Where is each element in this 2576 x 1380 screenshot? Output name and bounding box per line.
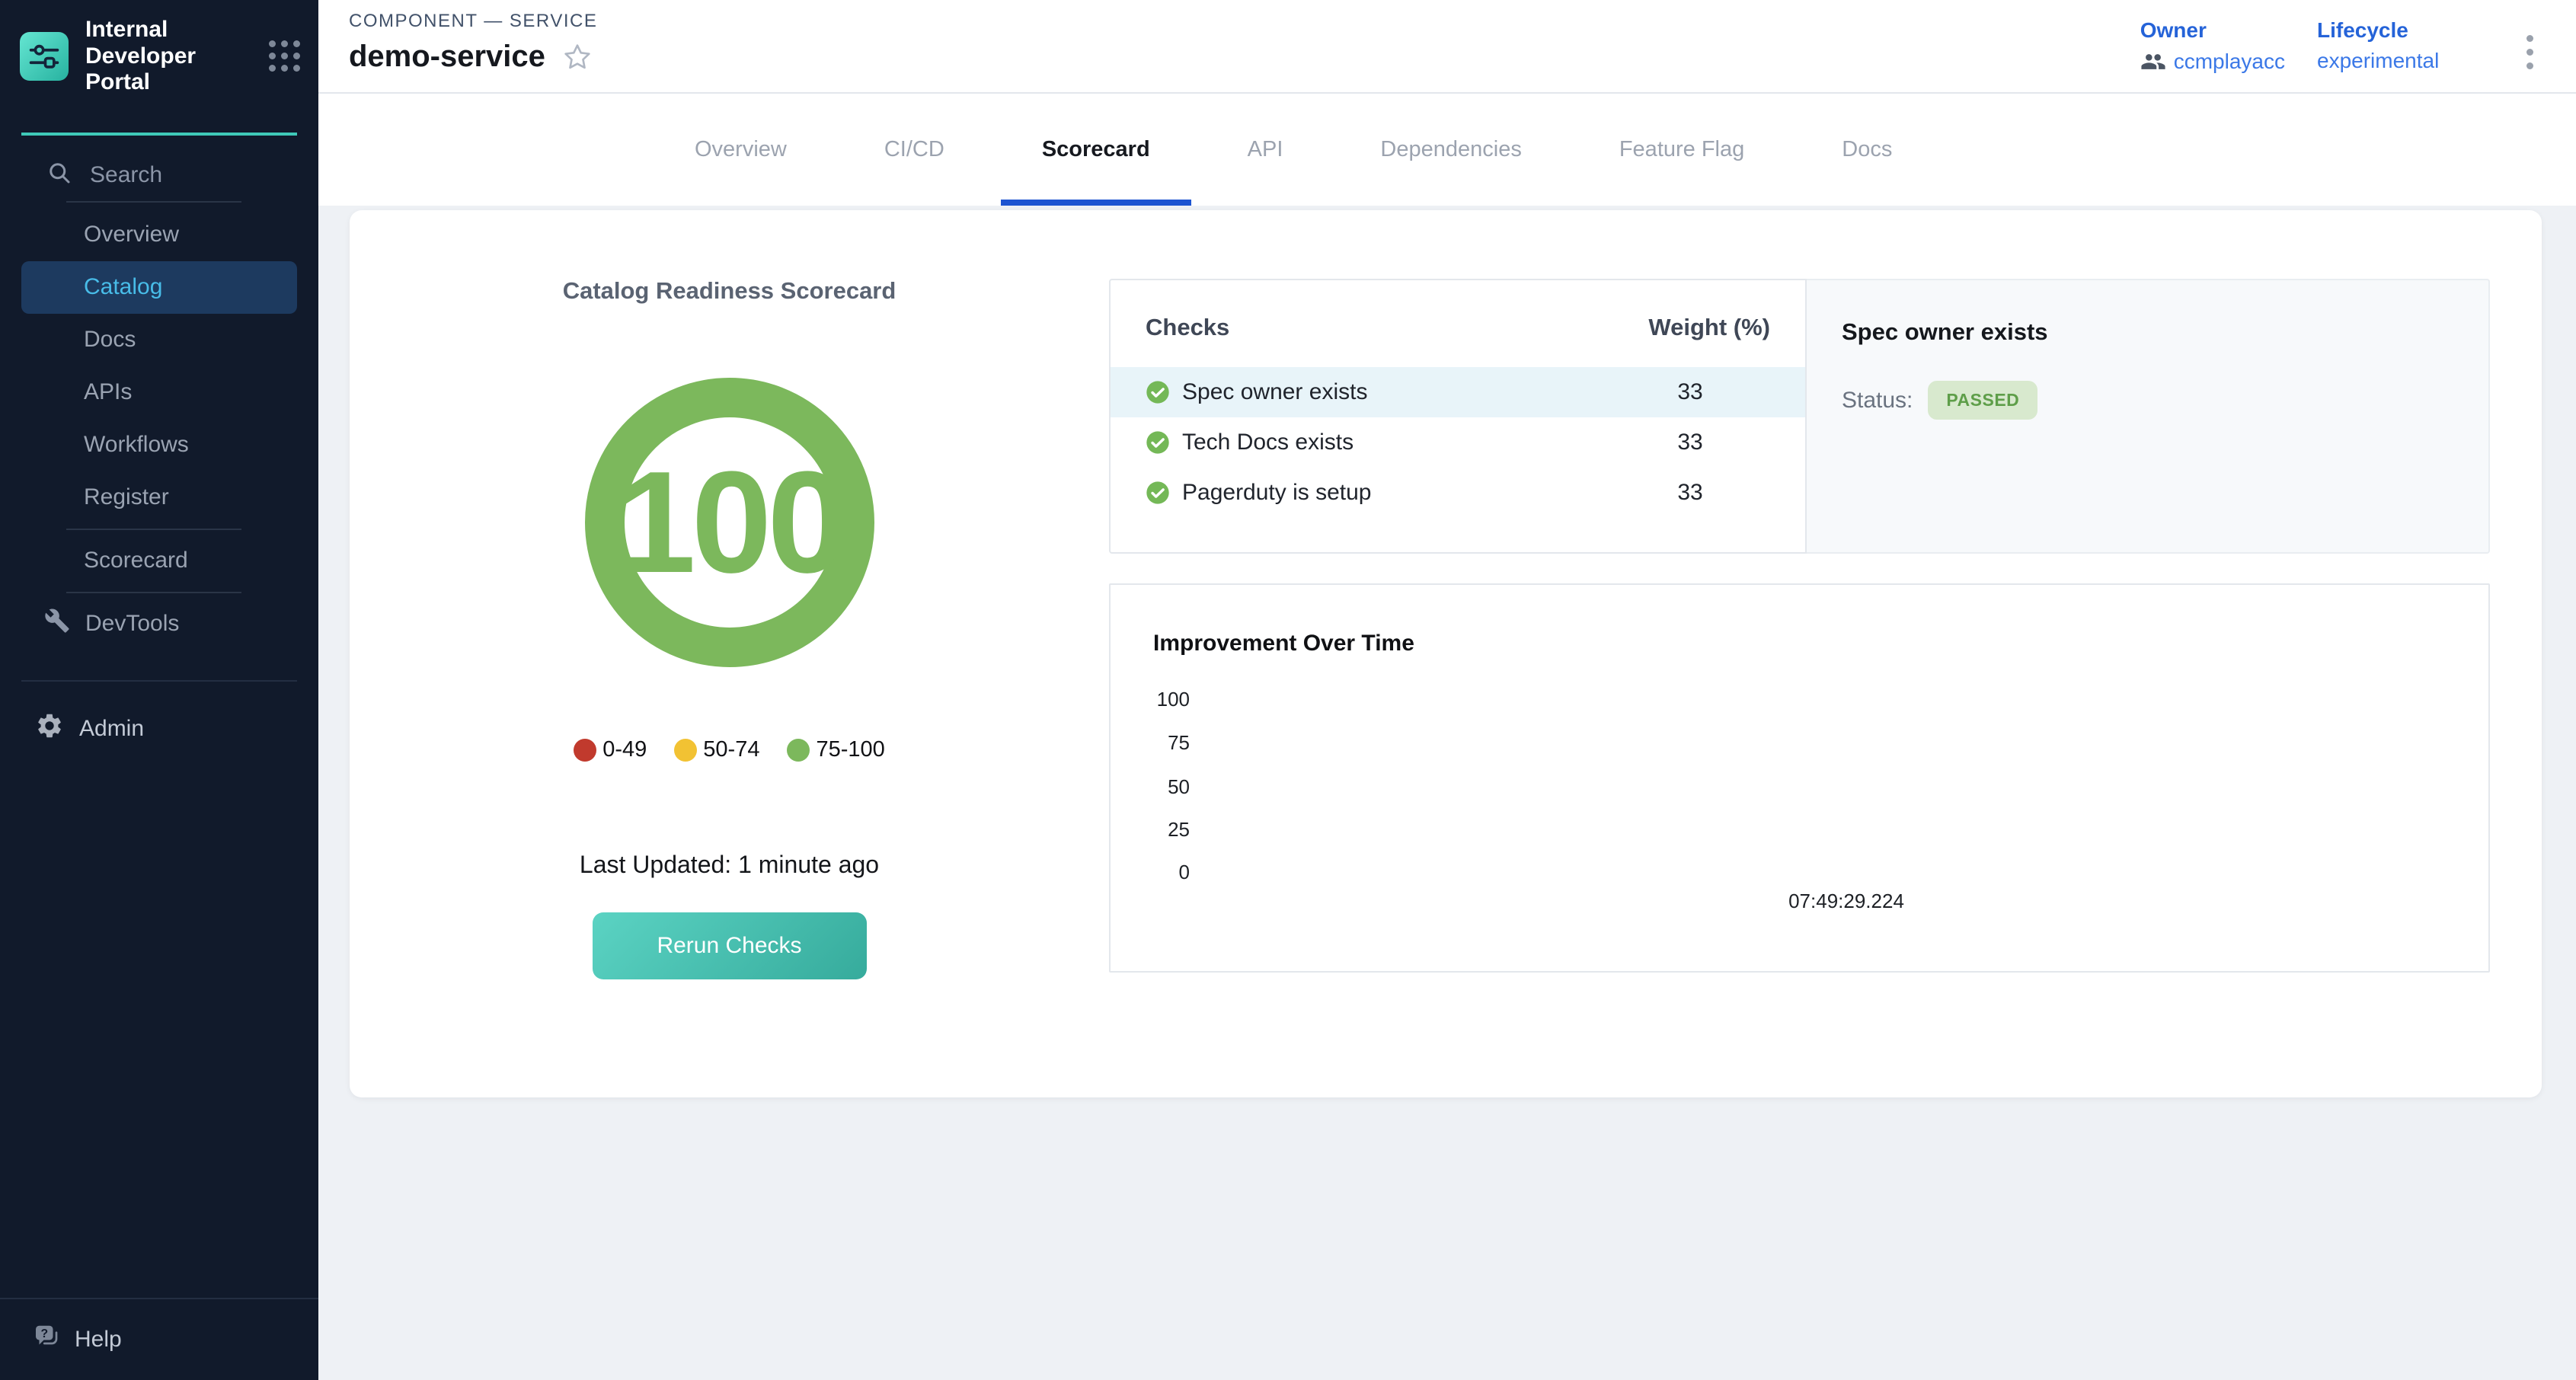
content-area: Catalog Readiness Scorecard 100 0-49 50-… [318, 206, 2576, 1380]
checks-table: Checks Weight (%) [1109, 279, 1807, 554]
legend-dot-green [787, 739, 810, 762]
y-tick-100: 100 [1129, 688, 1190, 711]
entity-tabs: Overview CI/CD Scorecard API Dependencie… [318, 94, 2576, 206]
sidebar-nav: Overview Catalog Docs APIs Workflows Reg… [0, 209, 318, 650]
rerun-checks-button[interactable]: Rerun Checks [593, 912, 867, 979]
y-tick-50: 50 [1129, 775, 1190, 799]
y-tick-25: 25 [1129, 818, 1190, 842]
sidebar-item-label: DevTools [85, 611, 179, 637]
sidebar-search[interactable]: Search [0, 154, 318, 196]
entity-meta: Owner ccmplayacc Lifecycle experimental [2140, 18, 2462, 75]
check-passed-icon [1146, 481, 1170, 505]
more-options-icon[interactable] [2523, 32, 2536, 72]
sidebar-item-apis[interactable]: APIs [0, 366, 318, 419]
logo-row: Internal Developer Portal [0, 0, 318, 96]
divider [66, 592, 241, 593]
chart-title: Improvement Over Time [1153, 631, 1414, 656]
check-detail-panel: Spec owner exists Status: PASSED [1807, 279, 2490, 554]
group-icon [2140, 49, 2166, 75]
legend-item-high: 75-100 [787, 737, 884, 762]
favorite-star-icon[interactable] [562, 42, 593, 72]
app-logo-icon [20, 32, 69, 81]
tab-dependencies[interactable]: Dependencies [1339, 94, 1562, 206]
search-label: Search [90, 162, 162, 188]
check-passed-icon [1146, 430, 1170, 455]
checks-table-header: Checks Weight (%) [1111, 314, 1805, 341]
last-updated-text: Last Updated: 1 minute ago [580, 851, 879, 879]
sidebar: Internal Developer Portal Search Overvie… [0, 0, 318, 1380]
wrench-icon [44, 608, 70, 640]
tab-api[interactable]: API [1207, 94, 1325, 206]
sidebar-item-overview[interactable]: Overview [0, 209, 318, 261]
page-title: demo-service [349, 40, 545, 74]
sidebar-item-scorecard[interactable]: Scorecard [0, 535, 318, 587]
legend-dot-yellow [674, 739, 697, 762]
lifecycle-block: Lifecycle experimental [2317, 18, 2462, 75]
score-value: 100 [615, 439, 843, 605]
owner-value[interactable]: ccmplayacc [2140, 49, 2285, 75]
legend-dot-red [574, 739, 596, 762]
status-badge: PASSED [1928, 381, 2037, 420]
check-row-spec-owner[interactable]: Spec owner exists 33 [1111, 367, 1805, 417]
check-detail-title: Spec owner exists [1842, 318, 2453, 346]
check-row-tech-docs[interactable]: Tech Docs exists 33 [1111, 417, 1805, 468]
owner-block: Owner ccmplayacc [2140, 18, 2285, 75]
score-gauge: 100 [585, 378, 874, 667]
tab-docs[interactable]: Docs [1801, 94, 1933, 206]
divider [66, 201, 241, 203]
checks-column-header: Checks [1146, 314, 1229, 341]
owner-label: Owner [2140, 18, 2285, 43]
sidebar-item-workflows[interactable]: Workflows [0, 419, 318, 471]
improvement-chart: Improvement Over Time 100 75 50 25 0 07:… [1109, 583, 2490, 973]
score-legend: 0-49 50-74 75-100 [574, 737, 885, 762]
legend-item-mid: 50-74 [674, 737, 759, 762]
tab-scorecard[interactable]: Scorecard [1001, 94, 1191, 206]
legend-item-low: 0-49 [574, 737, 647, 762]
sidebar-item-catalog[interactable]: Catalog [21, 261, 297, 314]
lifecycle-label: Lifecycle [2317, 18, 2462, 43]
svg-text:?: ? [40, 1327, 48, 1340]
check-passed-icon [1146, 380, 1170, 404]
help-label: Help [75, 1327, 122, 1353]
y-tick-75: 75 [1129, 731, 1190, 755]
lifecycle-value: experimental [2317, 49, 2462, 73]
tab-overview[interactable]: Overview [654, 94, 828, 206]
weight-column-header: Weight (%) [1648, 314, 1770, 341]
status-label: Status: [1842, 388, 1913, 414]
entity-header: COMPONENT — SERVICE demo-service Owner [318, 0, 2576, 94]
scorecard-panel: Catalog Readiness Scorecard 100 0-49 50-… [350, 210, 2542, 1097]
sidebar-item-label: Admin [79, 716, 144, 742]
search-icon [46, 159, 73, 190]
main-area: COMPONENT — SERVICE demo-service Owner [318, 0, 2576, 1380]
x-tick-timestamp: 07:49:29.224 [1747, 890, 1945, 913]
tab-feature-flag[interactable]: Feature Flag [1578, 94, 1785, 206]
sidebar-item-admin[interactable]: Admin [0, 703, 318, 755]
sidebar-item-help[interactable]: ? Help [0, 1298, 318, 1380]
tab-cicd[interactable]: CI/CD [843, 94, 986, 206]
gauge-section: Catalog Readiness Scorecard 100 0-49 50-… [350, 210, 1109, 1097]
check-row-pagerduty[interactable]: Pagerduty is setup 33 [1111, 468, 1805, 518]
sidebar-accent-divider [21, 133, 297, 136]
divider [21, 680, 297, 682]
checks-section: Checks Weight (%) [1109, 210, 2542, 1097]
sidebar-item-devtools[interactable]: DevTools [0, 598, 318, 650]
divider [66, 529, 241, 530]
apps-grid-icon[interactable] [269, 40, 300, 72]
help-icon: ? [34, 1323, 61, 1356]
app-title: Internal Developer Portal [85, 17, 245, 96]
y-tick-0: 0 [1129, 861, 1190, 884]
sidebar-item-register[interactable]: Register [0, 471, 318, 524]
gear-icon [35, 711, 64, 746]
sidebar-item-docs[interactable]: Docs [0, 314, 318, 366]
gauge-title: Catalog Readiness Scorecard [563, 277, 896, 305]
